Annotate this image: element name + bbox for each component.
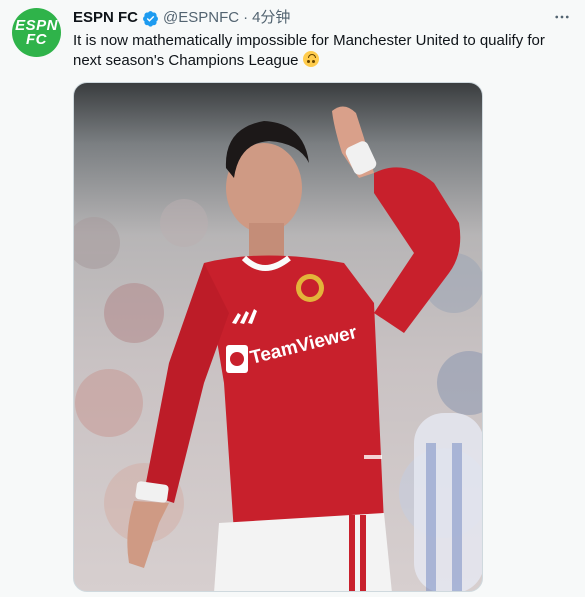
verified-badge-icon bbox=[143, 10, 158, 27]
display-name[interactable]: ESPN FC bbox=[73, 9, 138, 27]
tweet[interactable]: ESPN FC ESPN FC @ESPNFC · 4分钟 It is now … bbox=[0, 0, 585, 597]
timestamp[interactable]: 4分钟 bbox=[252, 9, 290, 27]
avatar-logo-line-2: FC bbox=[25, 30, 47, 48]
separator-dot: · bbox=[243, 9, 249, 26]
handle[interactable]: @ESPNFC bbox=[163, 9, 239, 27]
tweet-text: It is now mathematically impossible for … bbox=[73, 31, 563, 71]
upside-down-face-icon bbox=[302, 51, 319, 67]
tweet-header: ESPN FC @ESPNFC · 4分钟 bbox=[73, 9, 290, 27]
avatar[interactable]: ESPN FC bbox=[12, 8, 61, 57]
more-options-icon[interactable] bbox=[551, 6, 573, 28]
avatar-logo: ESPN FC bbox=[15, 18, 58, 48]
tweet-photo[interactable]: TeamViewer bbox=[73, 82, 483, 592]
photo-illustration: TeamViewer bbox=[74, 106, 482, 591]
